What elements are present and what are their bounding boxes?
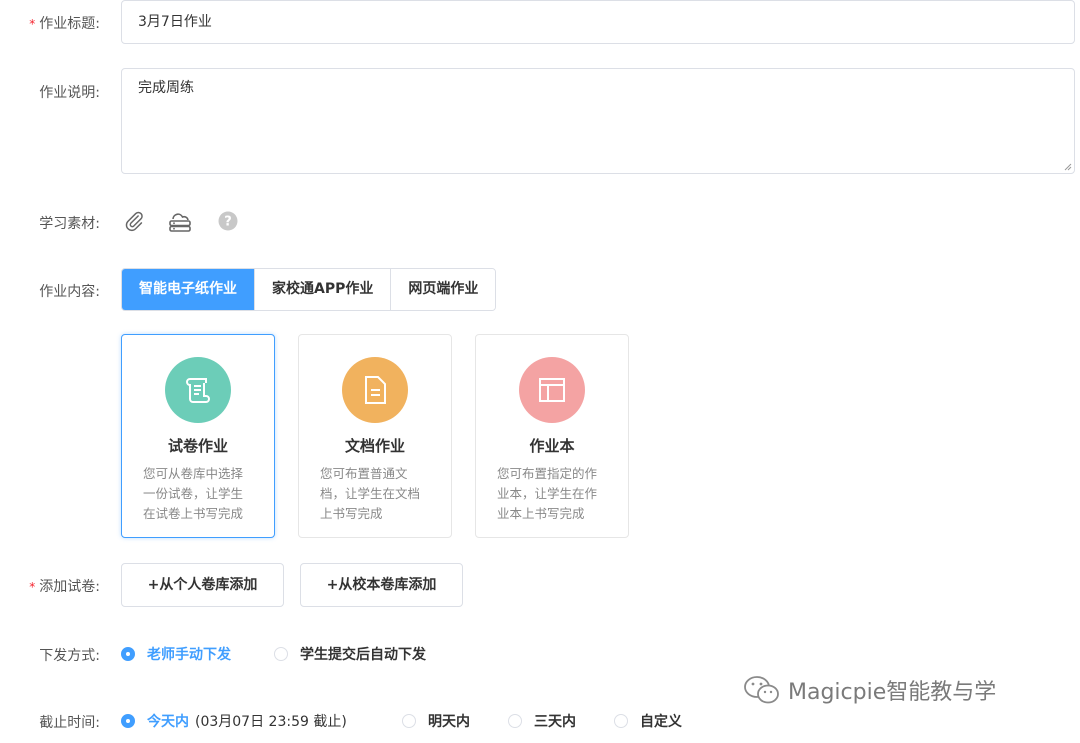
- watermark: Magicpie智能教与学: [742, 673, 996, 707]
- radio-dot: [614, 714, 628, 728]
- deadline-label-text: 截止时间:: [39, 715, 100, 731]
- tab-web[interactable]: 网页端作业: [391, 269, 496, 310]
- desc-label-text: 作业说明:: [39, 85, 100, 101]
- card-desc: 您可布置指定的作业本，让学生在作业本上书写完成: [497, 466, 598, 521]
- cloud-drive-icon[interactable]: [167, 208, 193, 234]
- tab-e-paper[interactable]: 智能电子纸作业: [122, 269, 255, 310]
- radio-dot: [121, 647, 135, 661]
- card-title: 文档作业: [344, 437, 405, 455]
- radio-label: 学生提交后自动下发: [300, 647, 426, 663]
- radio-today[interactable]: 今天内 (03月07日 23:59 截止): [121, 711, 347, 731]
- svg-text:?: ?: [224, 215, 232, 230]
- content-label-text: 作业内容:: [39, 284, 100, 300]
- card-paper-homework[interactable]: 试卷作业 您可从卷库中选择一份试卷，让学生在试卷上书写完成: [121, 334, 275, 538]
- add-label-text: 添加试卷:: [39, 579, 100, 595]
- radio-label: 明天内: [428, 714, 470, 730]
- card-title: 试卷作业: [167, 437, 228, 455]
- card-workbook[interactable]: 作业本 您可布置指定的作业本，让学生在作业本上书写完成: [475, 334, 629, 538]
- paperclip-icon[interactable]: [121, 208, 147, 234]
- title-value: 3月7日作业: [138, 14, 212, 30]
- radio-label: 老师手动下发: [147, 647, 231, 663]
- desc-textarea[interactable]: 完成周练: [121, 68, 1075, 174]
- required-mark: *: [29, 17, 36, 31]
- material-label-text: 学习素材:: [39, 216, 100, 232]
- content-tabs: 智能电子纸作业 家校通APP作业 网页端作业: [121, 268, 497, 311]
- workbook-icon: [519, 357, 585, 423]
- title-label-text: 作业标题:: [39, 16, 100, 32]
- deadline-label: 截止时间:: [0, 712, 100, 732]
- required-mark: *: [29, 580, 36, 594]
- desc-label: 作业说明:: [0, 82, 100, 102]
- radio-dot: [274, 647, 288, 661]
- document-icon: [342, 357, 408, 423]
- card-title: 作业本: [529, 437, 575, 455]
- radio-label: 今天内: [147, 714, 189, 730]
- radio-label: 自定义: [640, 714, 682, 730]
- radio-three-days[interactable]: 三天内: [508, 711, 576, 731]
- scroll-icon: [165, 357, 231, 423]
- add-from-school-button[interactable]: +从校本卷库添加: [300, 563, 463, 607]
- material-label: 学习素材:: [0, 213, 100, 233]
- radio-auto-dispatch[interactable]: 学生提交后自动下发: [274, 644, 426, 664]
- desc-value: 完成周练: [138, 80, 194, 96]
- radio-dot: [508, 714, 522, 728]
- radio-dot: [402, 714, 416, 728]
- dispatch-label-text: 下发方式:: [39, 648, 100, 664]
- card-desc: 您可从卷库中选择一份试卷，让学生在试卷上书写完成: [143, 466, 244, 521]
- title-label: * 作业标题:: [0, 13, 100, 33]
- radio-custom[interactable]: 自定义: [614, 711, 682, 731]
- card-desc: 您可布置普通文档，让学生在文档上书写完成: [320, 466, 421, 521]
- add-from-personal-button[interactable]: +从个人卷库添加: [121, 563, 284, 607]
- radio-dot: [121, 714, 135, 728]
- radio-label: 三天内: [534, 714, 576, 730]
- resize-handle-icon[interactable]: [1062, 161, 1072, 171]
- add-label: * 添加试卷:: [0, 576, 100, 596]
- wechat-icon: [744, 676, 779, 704]
- help-icon[interactable]: ?: [215, 208, 241, 234]
- deadline-note: (03月07日 23:59 截止): [195, 714, 347, 730]
- radio-tomorrow[interactable]: 明天内: [402, 711, 470, 731]
- title-input[interactable]: 3月7日作业: [121, 0, 1075, 44]
- radio-manual-dispatch[interactable]: 老师手动下发: [121, 644, 231, 664]
- dispatch-label: 下发方式:: [0, 645, 100, 665]
- tab-app[interactable]: 家校通APP作业: [255, 269, 392, 310]
- content-label: 作业内容:: [0, 281, 100, 301]
- watermark-text: Magicpie智能教与学: [788, 680, 997, 705]
- card-document-homework[interactable]: 文档作业 您可布置普通文档，让学生在文档上书写完成: [298, 334, 452, 538]
